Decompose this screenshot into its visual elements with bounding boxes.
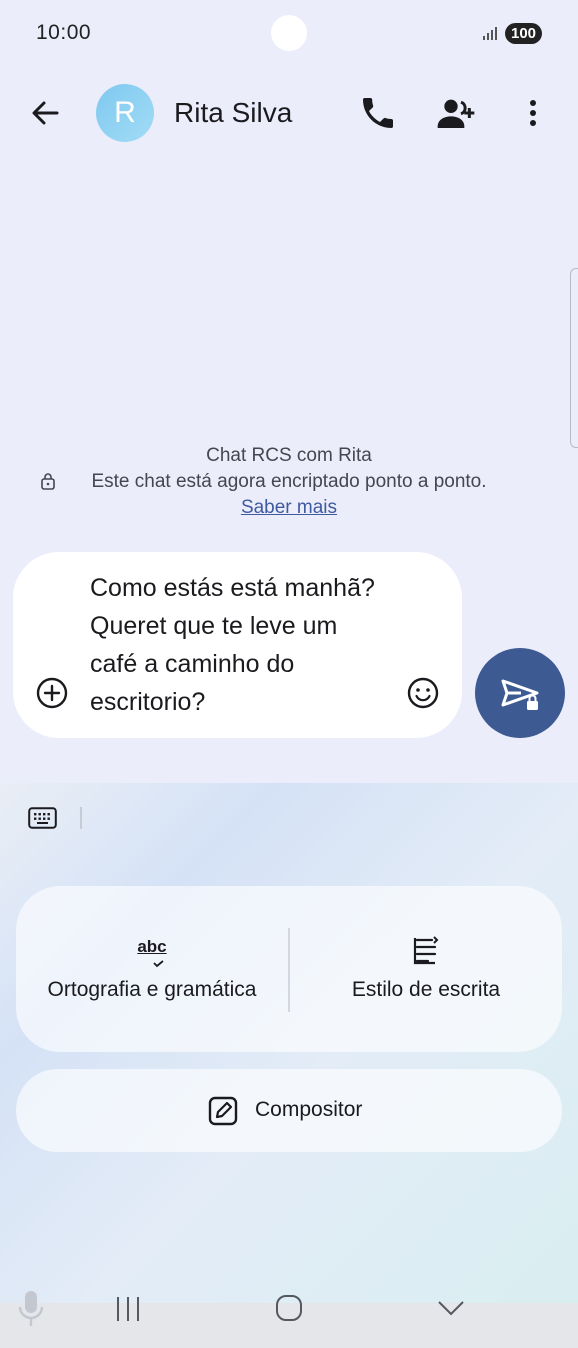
chat-screen: 10:00 100 R Rita Silva Chat RCS com Rita… <box>0 0 578 783</box>
battery-indicator: 100 <box>505 23 542 44</box>
recent-apps-icon[interactable] <box>108 1292 148 1326</box>
chat-header: R Rita Silva <box>0 80 578 146</box>
add-attachment-icon[interactable] <box>35 676 69 710</box>
rcs-chat-label: Chat RCS com Rita <box>206 445 372 466</box>
home-icon[interactable] <box>269 1292 309 1326</box>
compose-pencil-icon <box>208 1096 238 1126</box>
writing-style-label: Estilo de escrita <box>351 978 501 1001</box>
signal-icon <box>483 27 497 40</box>
compositor-label: Compositor <box>255 1098 363 1121</box>
encryption-info: Chat RCS com Rita Este chat está agora e… <box>0 443 578 521</box>
add-contact-icon[interactable] <box>436 93 476 133</box>
message-input[interactable]: Como estás está manhã? Queret que te lev… <box>90 569 400 721</box>
edge-panel-handle[interactable] <box>570 268 578 448</box>
writing-style-icon <box>413 936 439 965</box>
hide-keyboard-icon[interactable] <box>431 1292 471 1326</box>
learn-more-link[interactable]: Saber mais <box>241 495 337 521</box>
message-line: café a caminho do <box>90 650 295 678</box>
keyboard-assist-panel: abc Ortografia e gramática Estilo de esc… <box>0 783 578 1303</box>
message-line: Queret que te leve um <box>90 612 338 640</box>
status-bar: 10:00 100 <box>0 0 578 64</box>
message-line: Como estás está manhã? <box>90 574 375 602</box>
microphone-icon[interactable] <box>16 1287 46 1329</box>
contact-name[interactable]: Rita Silva <box>174 97 292 129</box>
send-button[interactable] <box>475 648 565 738</box>
send-encrypted-icon <box>501 679 539 710</box>
camera-cutout <box>271 15 307 51</box>
writing-style-option[interactable]: Estilo de escrita <box>290 886 562 1052</box>
spelling-check-icon: abc <box>136 934 168 968</box>
more-options-icon[interactable] <box>513 93 553 133</box>
emoji-icon[interactable] <box>406 676 440 710</box>
status-time: 10:00 <box>36 21 92 44</box>
message-composer[interactable]: Como estás está manhã? Queret que te lev… <box>13 552 462 738</box>
phone-icon[interactable] <box>358 93 398 133</box>
compositor-button[interactable]: Compositor <box>16 1069 562 1152</box>
toolbar-divider <box>80 807 82 829</box>
spelling-icon-text: abc <box>137 937 167 956</box>
spelling-grammar-label: Ortografia e gramática <box>47 978 257 1001</box>
keyboard-icon[interactable] <box>28 807 57 829</box>
encryption-notice: Este chat está agora encriptado ponto a … <box>91 471 487 492</box>
message-line: escritorio? <box>90 688 206 716</box>
spelling-grammar-option[interactable]: abc Ortografia e gramática <box>16 886 288 1052</box>
writing-assist-card: abc Ortografia e gramática Estilo de esc… <box>16 886 562 1052</box>
back-arrow-icon[interactable] <box>27 95 63 131</box>
contact-avatar[interactable]: R <box>96 84 154 142</box>
